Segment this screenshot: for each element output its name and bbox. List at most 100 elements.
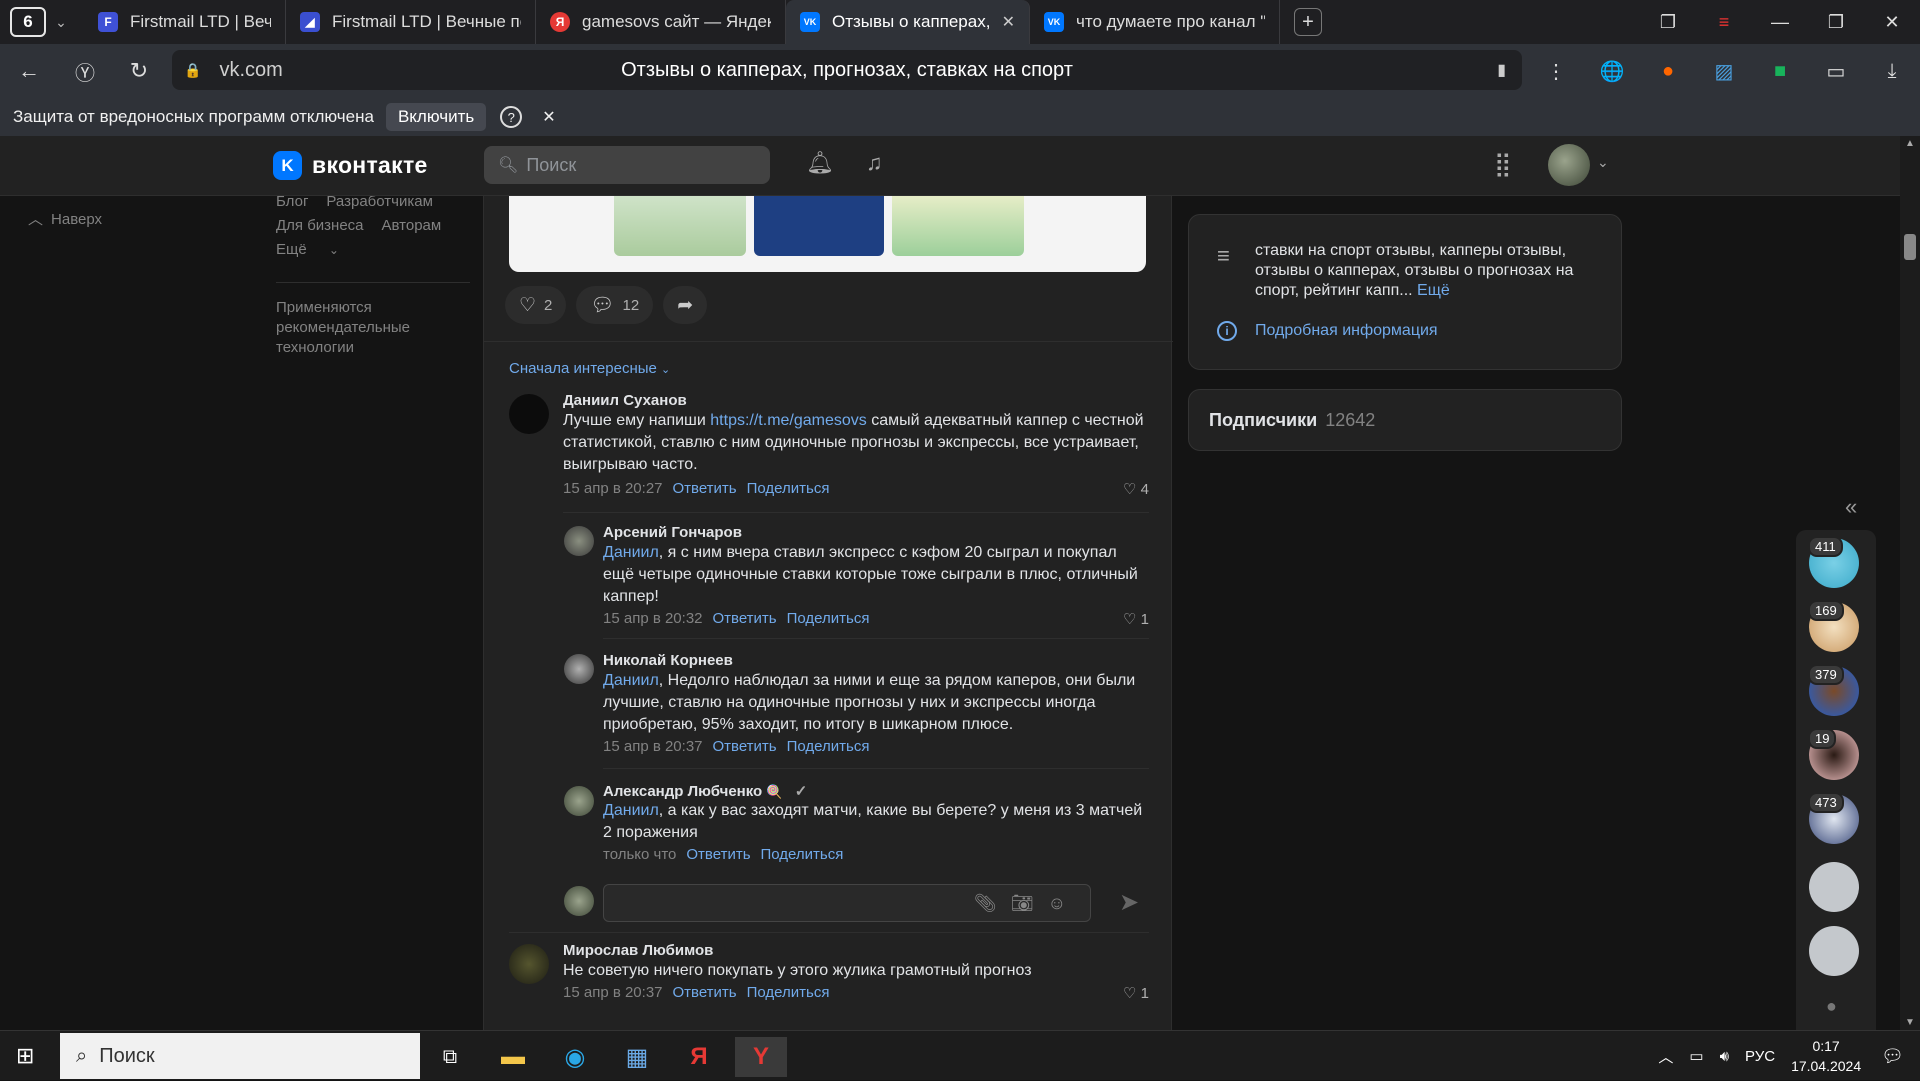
notifications-icon[interactable]: 💬︎ — [1881, 1046, 1904, 1067]
windows-start-icon[interactable]: ⊞ — [16, 1043, 34, 1069]
yandex-home-icon[interactable]: Ⓨ — [58, 57, 112, 86]
reply-button[interactable]: Ответить — [673, 984, 737, 1001]
back-to-top-button[interactable]: ︿ Наверх — [28, 208, 102, 229]
comment-input[interactable]: 📎︎📷︎☺ — [603, 884, 1091, 922]
chevron-down-icon[interactable]: ⌄ — [1597, 154, 1609, 171]
recommendation-note[interactable]: Применяются рекомендательные технологии — [276, 298, 466, 358]
tabs-menu-chevron-icon[interactable]: ⌄ — [46, 14, 76, 31]
more-links-button[interactable]: Ещё — [276, 241, 307, 258]
telegram-link[interactable]: https://t.me/gamesovs — [710, 412, 867, 429]
share-comment-button[interactable]: Поделиться — [747, 984, 830, 1001]
vk-logo[interactable]: K вконтакте — [273, 151, 428, 180]
close-tab-icon[interactable]: ✕ — [1002, 12, 1015, 32]
camera-icon[interactable]: 📷︎ — [1011, 893, 1048, 913]
comment-like-button[interactable]: ♡ 4 — [1123, 480, 1149, 498]
reload-icon[interactable]: ↻ — [112, 58, 166, 84]
store-icon[interactable]: ▦ — [611, 1037, 663, 1077]
browser-menu-icon[interactable]: ≡ — [1696, 12, 1752, 33]
browser-tab-1[interactable]: F Firstmail LTD | Вечные поч — [84, 0, 286, 44]
file-explorer-icon[interactable]: ▬ — [487, 1037, 539, 1077]
collections-icon[interactable]: ❐ — [1640, 12, 1696, 33]
chat-bubble-icon[interactable]: ● — [1826, 996, 1837, 1017]
edge-browser-icon[interactable]: ◉ — [549, 1037, 601, 1077]
globe-icon[interactable]: 🌐 — [1584, 59, 1640, 84]
mention-link[interactable]: Даниил — [603, 672, 659, 689]
comment-author[interactable]: Даниил Суханов — [563, 392, 687, 409]
attach-paperclip-icon[interactable]: 📎︎ — [974, 893, 1011, 913]
scroll-up-icon[interactable]: ▲ — [1905, 138, 1915, 149]
new-tab-button[interactable]: + — [1294, 8, 1322, 36]
comment-avatar[interactable] — [564, 654, 594, 684]
yandex-app-icon[interactable]: Я — [673, 1037, 725, 1077]
comment-author[interactable]: Александр Любченко 🍭 ✓ — [603, 782, 807, 800]
mention-link[interactable]: Даниил — [603, 544, 659, 561]
more-menu-icon[interactable]: ⋮ — [1528, 59, 1584, 84]
bookmark-icon[interactable]: ▮ — [1497, 60, 1506, 80]
share-comment-button[interactable]: Поделиться — [787, 610, 870, 627]
share-comment-button[interactable]: Поделиться — [761, 846, 844, 863]
comment-button[interactable]: 💬︎ 12 — [576, 286, 654, 324]
taskbar-clock[interactable]: 0:17 17.04.2024 — [1791, 1036, 1861, 1076]
wallet-icon[interactable]: ▭ — [1808, 59, 1864, 84]
comment-avatar[interactable] — [564, 526, 594, 556]
notifications-bell-icon[interactable]: 🔔︎ — [806, 150, 834, 176]
restore-icon[interactable]: ❐ — [1808, 12, 1864, 33]
reply-button[interactable]: Ответить — [713, 610, 777, 627]
send-arrow-icon[interactable]: ➤ — [1119, 888, 1139, 917]
tab-count-button[interactable]: 6 — [10, 7, 46, 37]
page-scrollbar[interactable]: ▲ ▼ — [1900, 136, 1920, 1030]
blog-link[interactable]: Блог — [276, 196, 308, 210]
developers-link[interactable]: Разработчикам — [326, 196, 432, 210]
profile-avatar[interactable] — [1548, 144, 1590, 186]
details-link[interactable]: i Подробная информация — [1217, 321, 1438, 341]
reply-button[interactable]: Ответить — [713, 738, 777, 755]
comment-author[interactable]: Николай Корнеев — [603, 652, 733, 669]
comment-author[interactable]: Арсений Гончаров — [603, 524, 742, 541]
task-view-icon[interactable]: ⧉ — [424, 1037, 476, 1077]
volume-icon[interactable]: 🔊︎ — [1720, 1048, 1729, 1065]
fire-extension-icon[interactable]: ● — [1640, 60, 1696, 83]
collapse-chats-icon[interactable]: « — [1845, 494, 1857, 520]
share-comment-button[interactable]: Поделиться — [787, 738, 870, 755]
post-image[interactable] — [509, 196, 1146, 272]
close-window-icon[interactable]: ✕ — [1864, 12, 1920, 33]
green-extension-icon[interactable]: ■ — [1752, 60, 1808, 83]
back-arrow-icon[interactable]: ← — [2, 58, 56, 84]
share-button[interactable]: ➦ — [663, 286, 708, 324]
reply-button[interactable]: Ответить — [673, 480, 737, 497]
apps-grid-icon[interactable]: ⣿ — [1494, 150, 1512, 179]
comment-like-button[interactable]: ♡ 1 — [1123, 984, 1149, 1002]
network-icon[interactable]: ▭ — [1689, 1047, 1703, 1065]
chart-extension-icon[interactable]: ▨ — [1696, 59, 1752, 84]
comment-like-button[interactable]: ♡ 1 — [1123, 610, 1149, 628]
browser-tab-2[interactable]: ◢ Firstmail LTD | Вечные поч — [286, 0, 536, 44]
vk-search-input[interactable]: 🔍︎ Поиск — [484, 146, 770, 184]
tray-chevron-icon[interactable]: ︿ — [1658, 1046, 1673, 1067]
reply-button[interactable]: Ответить — [686, 846, 750, 863]
comment-author[interactable]: Мирослав Любимов — [563, 942, 713, 959]
help-icon[interactable]: ? — [500, 106, 523, 128]
like-button[interactable]: ♡ 2 — [505, 286, 567, 324]
taskbar-search[interactable]: ⌕ Поиск — [60, 1033, 420, 1079]
scrollbar-thumb[interactable] — [1904, 234, 1916, 260]
comment-avatar[interactable] — [564, 786, 594, 816]
chat-avatar-placeholder[interactable] — [1809, 862, 1859, 912]
download-icon[interactable]: ⤓ — [1864, 60, 1920, 83]
comments-sort-dropdown[interactable]: Сначала интересные ⌄ — [509, 360, 670, 377]
close-banner-icon[interactable]: ✕ — [542, 107, 555, 127]
browser-tab-5[interactable]: VK что думаете про канал "д — [1030, 0, 1280, 44]
music-note-icon[interactable]: ♫ — [866, 150, 883, 176]
share-comment-button[interactable]: Поделиться — [747, 480, 830, 497]
minimize-icon[interactable]: — — [1752, 12, 1808, 33]
browser-tab-3[interactable]: Я gamesovs сайт — Яндекс — [536, 0, 786, 44]
authors-link[interactable]: Авторам — [382, 217, 442, 234]
comment-avatar[interactable] — [509, 394, 549, 434]
chat-avatar-placeholder[interactable] — [1809, 926, 1859, 976]
emoji-smile-icon[interactable]: ☺ — [1048, 893, 1080, 913]
url-bar[interactable]: 🔒 vk.com Отзывы о капперах, прогнозах, с… — [172, 50, 1522, 90]
mention-link[interactable]: Даниил — [603, 802, 659, 819]
description-more-link[interactable]: Ещё — [1417, 282, 1450, 299]
comment-avatar[interactable] — [509, 944, 549, 984]
browser-tab-active[interactable]: VK Отзывы о капперах, пр ✕ — [786, 0, 1030, 44]
yandex-browser-icon[interactable]: Y — [735, 1037, 787, 1077]
